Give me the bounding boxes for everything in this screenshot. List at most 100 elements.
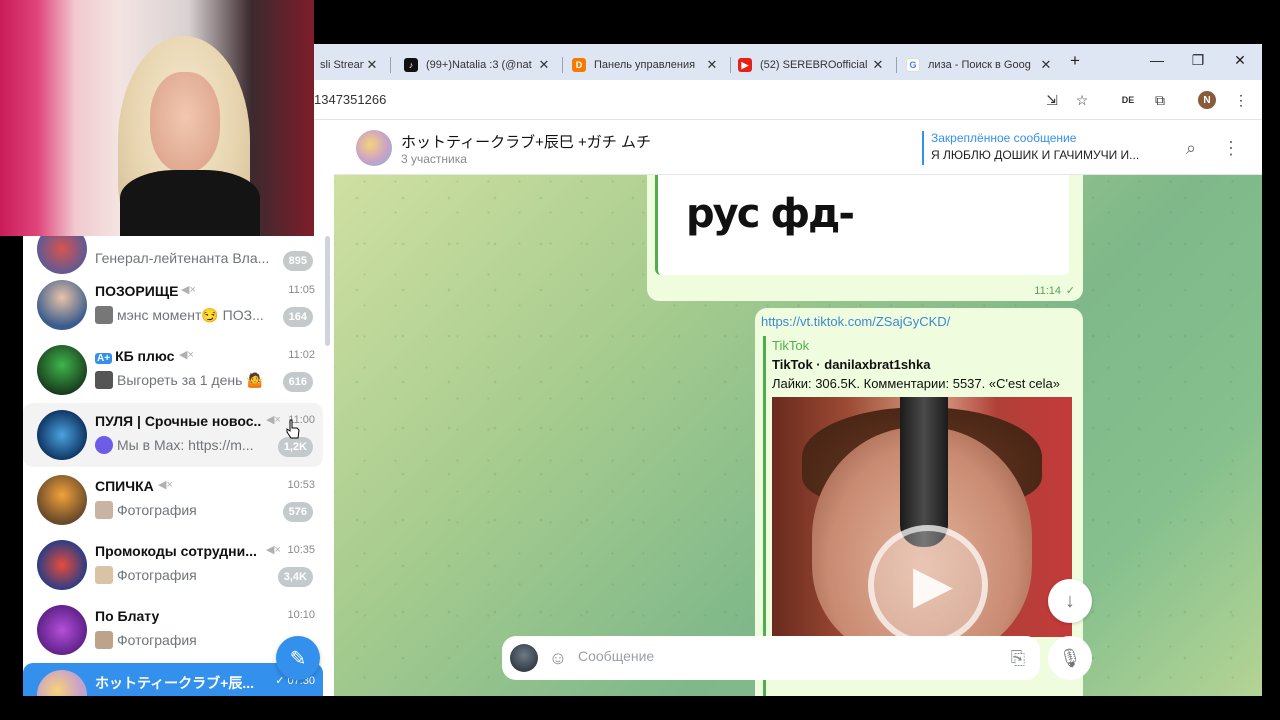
new-tab-button[interactable]: + [1065, 51, 1085, 71]
chat-time: 10:35 [287, 544, 315, 556]
chat-time: 11:02 [288, 349, 315, 361]
read-check-icon: ✓ [1065, 285, 1075, 297]
chat-avatar [37, 280, 87, 330]
tab-bar: sli Strean ✕ ♪ (99+)Natalia :3 (@nat ✕ D… [314, 44, 1262, 80]
chat-preview: Фотография [95, 631, 197, 649]
chat-avatar [37, 475, 87, 525]
close-tab-icon[interactable]: ✕ [1038, 57, 1054, 73]
pinned-text: Я ЛЮБЛЮ ДОШИК И ГАЧИМУЧИ И... [931, 148, 1140, 162]
chat-title[interactable]: ホットティークラブ+辰巳 +ガチ ムチ [401, 131, 651, 152]
play-icon[interactable]: ▶ [868, 525, 988, 637]
youtube-icon: ▶ [738, 58, 752, 72]
chat-avatar [37, 345, 87, 395]
chat-preview: Фотография [95, 566, 197, 584]
message-composer: ☺ ⎘ [502, 636, 1040, 680]
preview-site-name: TikTok [772, 338, 810, 353]
chat-time: 11:05 [288, 284, 315, 296]
chat-avatar [37, 410, 87, 460]
tab-title: Панель управления [594, 59, 696, 71]
tab-google[interactable]: G лиза - Поиск в Goog ✕ [900, 50, 1060, 80]
message-image-text: рус фд- [686, 191, 855, 237]
unread-badge: 616 [282, 372, 313, 392]
tab-title: лиза - Поиск в Goog [928, 59, 1031, 71]
tab-title: (52) SEREBROofficial [760, 59, 868, 71]
chat-list-item[interactable]: Промокоды сотрудни... ◀× 10:35 Фотографи… [23, 533, 323, 597]
translate-badge: DE [1121, 95, 1135, 105]
tab-donationalerts[interactable]: D Панель управления ✕ [566, 50, 726, 80]
new-message-pencil-icon[interactable]: ✎ [276, 636, 320, 680]
chat-name: ホットティークラブ+辰... [95, 675, 255, 691]
webcam-person-face [150, 72, 220, 172]
chat-avatar [37, 670, 87, 696]
hand-cursor-icon [286, 419, 300, 439]
tiktok-icon: ♪ [404, 58, 418, 72]
translate-icon[interactable]: DE [1118, 90, 1138, 110]
pinned-message[interactable]: Закреплённое сообщение Я ЛЮБЛЮ ДОШИК И Г… [922, 131, 1152, 165]
unread-badge: 576 [282, 502, 313, 522]
chat-name: По Блату [95, 608, 160, 624]
search-icon[interactable]: ⌕ [1180, 137, 1202, 159]
chat-list-item[interactable]: ПОЗОРИЩЕ ◀× 11:05 мэнс момент😏 ПОЗ... 16… [23, 273, 323, 337]
attach-icon[interactable]: ⎘ [1006, 646, 1030, 670]
message-image[interactable]: рус фд- [655, 175, 1069, 275]
browser-menu-icon[interactable]: ⋮ [1231, 90, 1251, 110]
chat-preview: мэнс момент😏 ПОЗ... [95, 306, 264, 324]
chat-preview: Фотография [95, 501, 197, 519]
chat-background: рус фд- 11:14 ✓ https://vt.tiktok.com/ZS… [334, 175, 1262, 696]
unread-badge: 164 [282, 307, 313, 327]
address-bar: 1347351266 ⇲ ☆ DE ⧉ N ⋮ [314, 80, 1262, 120]
browser-window: sli Strean ✕ ♪ (99+)Natalia :3 (@nat ✕ D… [314, 44, 1262, 696]
close-tab-icon[interactable]: ✕ [870, 57, 886, 73]
chat-time: 10:53 [287, 479, 315, 491]
close-tab-icon[interactable]: ✕ [704, 57, 720, 73]
bookmark-star-icon[interactable]: ☆ [1072, 90, 1092, 110]
video-thumbnail[interactable]: ▶ [772, 397, 1072, 637]
extensions-icon[interactable]: ⧉ [1150, 90, 1170, 110]
webcam-person-top [120, 170, 260, 236]
install-app-icon[interactable]: ⇲ [1042, 90, 1062, 110]
unread-badge: 895 [282, 251, 313, 271]
close-window-icon[interactable]: ✕ [1230, 52, 1250, 69]
close-tab-icon[interactable]: ✕ [364, 57, 380, 73]
more-options-icon[interactable]: ⋮ [1220, 137, 1242, 159]
tab-tiktok[interactable]: ♪ (99+)Natalia :3 (@nat ✕ [398, 50, 558, 80]
message-link[interactable]: https://vt.tiktok.com/ZSajGyCKD/ [761, 314, 950, 329]
preview-description: Лайки: 306.5K. Комментарии: 5537. «C'est… [772, 376, 1060, 391]
chat-header[interactable]: ホットティークラブ+辰巳 +ガチ ムチ 3 участника Закреплё… [334, 121, 1262, 175]
send-as-avatar[interactable] [510, 644, 538, 672]
google-icon: G [906, 58, 920, 72]
chat-list-item[interactable]: СПИЧКА ◀× 10:53 Фотография 576 [23, 468, 323, 532]
chat-time: 10:10 [287, 609, 315, 621]
telegram-web: ホットティークラブ+辰巳 +ガチ ムチ 3 участника Закреплё… [314, 121, 1262, 696]
chat-avatar[interactable] [356, 130, 392, 166]
chat-list-item[interactable]: ПУЛЯ | Срочные новос... ◀× 11:00 Мы в Ma… [23, 403, 323, 467]
unread-badge: 1,2K [277, 437, 313, 457]
chat-name: ПУЛЯ | Срочные новос... [95, 413, 261, 429]
chat-name: СПИЧКА [95, 478, 154, 494]
message-input[interactable] [578, 648, 978, 664]
chat-name: Промокоды сотрудни... [95, 543, 257, 559]
webcam-overlay [0, 0, 314, 236]
tab-youtube[interactable]: ▶ (52) SEREBROofficial ✕ [732, 50, 892, 80]
chat-list-item[interactable]: A+ КБ плюс ◀× 11:02 Выгореть за 1 день 🤷 … [23, 338, 323, 402]
restore-icon[interactable]: ❐ [1188, 52, 1208, 69]
chat-avatar [37, 605, 87, 655]
close-tab-icon[interactable]: ✕ [536, 57, 552, 73]
chat-avatar [37, 236, 87, 274]
muted-icon: ◀× [181, 284, 196, 296]
minimize-icon[interactable]: — [1147, 52, 1167, 68]
muted-icon: ◀× [266, 544, 281, 556]
muted-icon: ◀× [179, 349, 194, 361]
scrollbar[interactable] [325, 236, 330, 346]
muted-icon: ◀× [266, 414, 281, 426]
chat-name: A+ КБ плюс [95, 348, 175, 364]
unread-badge: 3,4K [277, 567, 313, 587]
tab-title: (99+)Natalia :3 (@nat [426, 59, 532, 71]
microphone-button[interactable]: 🎙 [1048, 636, 1092, 680]
tab-stream[interactable]: sli Strean ✕ [314, 50, 386, 80]
scroll-down-button[interactable]: ↓ [1048, 579, 1092, 623]
url-field[interactable]: 1347351266 [314, 92, 386, 107]
profile-avatar[interactable]: N [1198, 91, 1216, 109]
emoji-icon[interactable]: ☺ [546, 646, 570, 670]
message-bubble[interactable]: рус фд- 11:14 ✓ [647, 175, 1083, 301]
